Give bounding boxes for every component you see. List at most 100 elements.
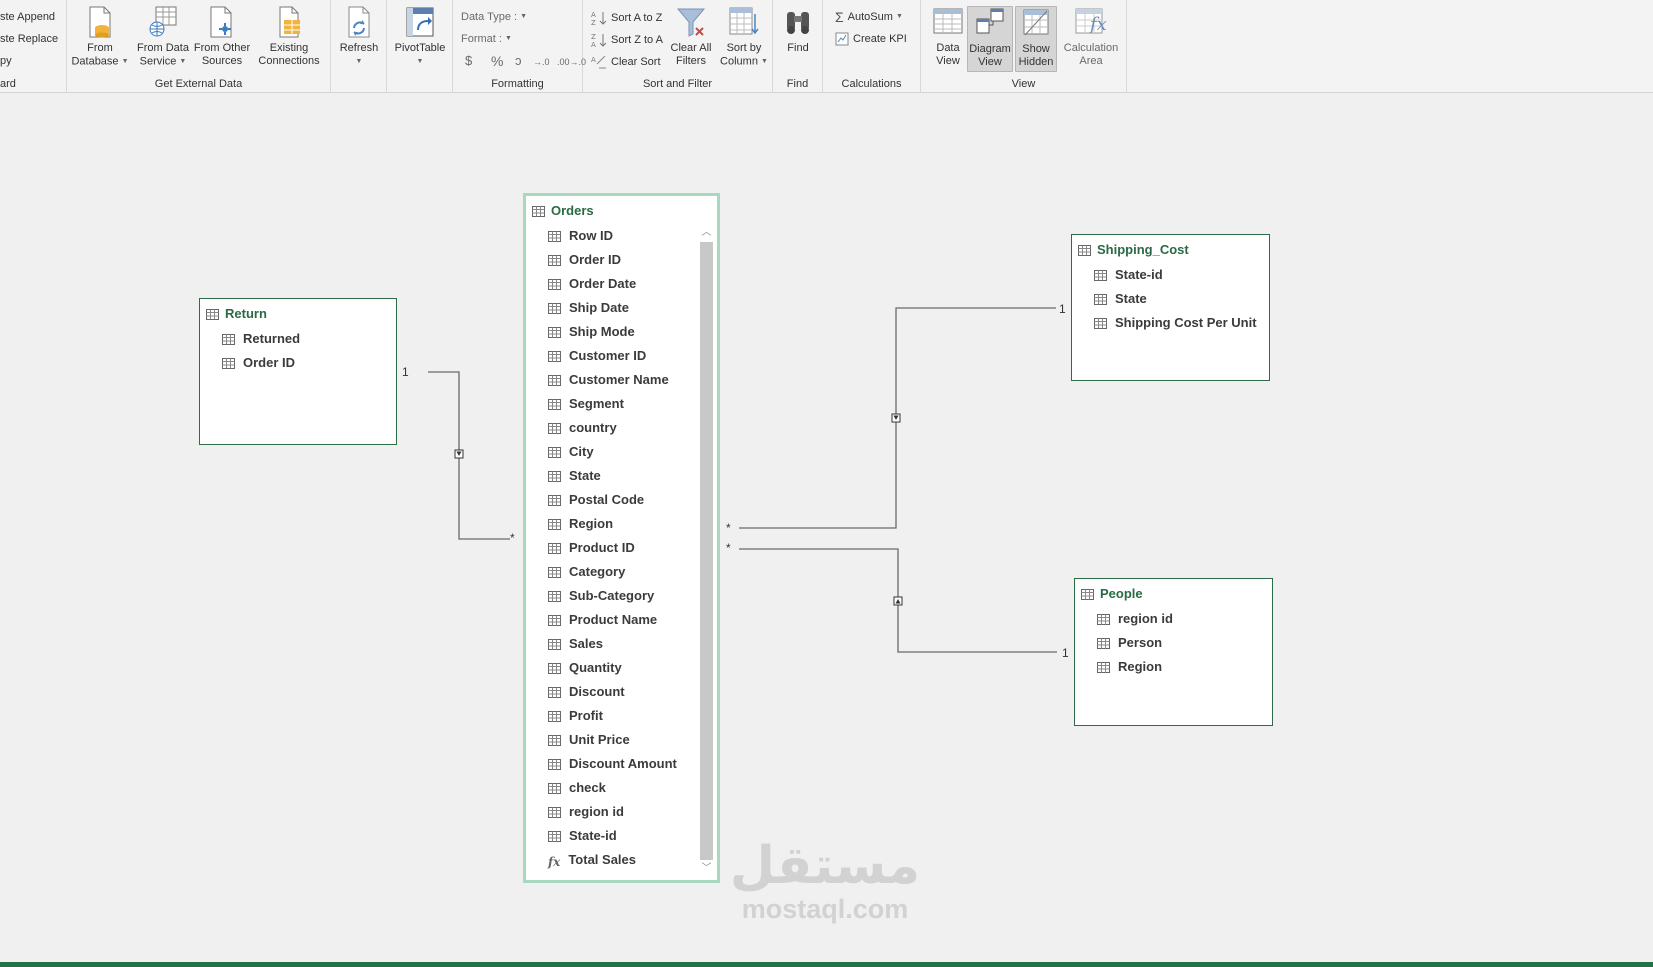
measure-icon: fx xyxy=(548,855,561,869)
table-column-row[interactable]: Quantity xyxy=(526,656,717,680)
table-column-row[interactable]: Unit Price xyxy=(526,728,717,752)
table-people-columns: region id Person Region xyxy=(1075,607,1272,679)
table-column-row[interactable]: Person xyxy=(1075,631,1272,655)
table-column-row[interactable]: country xyxy=(526,416,717,440)
table-column-row[interactable]: Region xyxy=(1075,655,1272,679)
cardinality-shipping-one: 1 xyxy=(1059,302,1066,316)
column-name: Person xyxy=(1118,635,1163,650)
column-icon xyxy=(548,735,561,746)
table-shipping-cost[interactable]: Shipping_Cost State-id State Shipping Cost… xyxy=(1071,234,1270,381)
column-name: country xyxy=(569,420,617,435)
table-icon xyxy=(532,206,545,217)
column-name: Product Name xyxy=(569,612,658,627)
column-icon xyxy=(548,783,561,794)
table-column-row[interactable]: Profit xyxy=(526,704,717,728)
table-return-header[interactable]: Return xyxy=(200,299,396,327)
table-people-header[interactable]: People xyxy=(1075,579,1272,607)
column-icon xyxy=(548,519,561,530)
table-column-row[interactable]: Ship Date xyxy=(526,296,717,320)
table-column-row[interactable]: State xyxy=(526,464,717,488)
table-orders-scrollbar[interactable]: ︿ ﹀ xyxy=(698,226,715,878)
column-icon xyxy=(548,351,561,362)
table-column-row[interactable]: Order ID xyxy=(526,248,717,272)
table-shipping-cost-header[interactable]: Shipping_Cost xyxy=(1072,235,1269,263)
column-icon xyxy=(548,399,561,410)
relationship-lines xyxy=(428,307,1057,653)
column-name: Segment xyxy=(569,396,624,411)
column-icon xyxy=(548,327,561,338)
table-column-row[interactable]: State-id xyxy=(526,824,717,848)
table-column-row[interactable]: Customer Name xyxy=(526,368,717,392)
column-name: Customer ID xyxy=(569,348,647,363)
table-column-row[interactable]: Product Name xyxy=(526,608,717,632)
table-column-row[interactable]: Ship Mode xyxy=(526,320,717,344)
column-name: State xyxy=(569,468,601,483)
table-column-row[interactable]: Discount Amount xyxy=(526,752,717,776)
table-column-row[interactable]: Shipping Cost Per Unit xyxy=(1072,311,1269,335)
table-column-row[interactable]: Sub-Category xyxy=(526,584,717,608)
column-icon xyxy=(1097,614,1110,625)
column-icon xyxy=(222,358,235,369)
column-icon xyxy=(548,303,561,314)
column-name: Product ID xyxy=(569,540,635,555)
table-orders[interactable]: Orders Row ID Order ID Order Date Ship Date… xyxy=(523,193,720,883)
table-column-row[interactable]: Order ID xyxy=(200,351,396,375)
column-name: Discount Amount xyxy=(569,756,677,771)
table-column-row[interactable]: check xyxy=(526,776,717,800)
scrollbar-thumb[interactable] xyxy=(700,242,713,860)
table-column-row[interactable]: Sales xyxy=(526,632,717,656)
column-icon xyxy=(548,711,561,722)
scroll-down-icon[interactable]: ﹀ xyxy=(698,862,715,876)
column-name: Order Date xyxy=(569,276,637,291)
measure-total-sales[interactable]: fx Total Sales xyxy=(526,848,717,872)
table-column-row[interactable]: Segment xyxy=(526,392,717,416)
table-column-row[interactable]: Row ID xyxy=(526,224,717,248)
column-name: Quantity xyxy=(569,660,622,675)
column-icon xyxy=(548,591,561,602)
table-column-row[interactable]: Customer ID xyxy=(526,344,717,368)
table-column-row[interactable]: Category xyxy=(526,560,717,584)
column-name: Ship Mode xyxy=(569,324,635,339)
scroll-up-icon[interactable]: ︿ xyxy=(698,226,715,240)
column-name: Returned xyxy=(243,331,301,346)
table-column-row[interactable]: Discount xyxy=(526,680,717,704)
table-column-row[interactable]: City xyxy=(526,440,717,464)
watermark-arabic: مستقل xyxy=(729,836,921,896)
column-icon xyxy=(548,759,561,770)
column-icon xyxy=(548,495,561,506)
table-column-row[interactable]: Region xyxy=(526,512,717,536)
table-column-row[interactable]: Postal Code xyxy=(526,488,717,512)
table-column-row[interactable]: Order Date xyxy=(526,272,717,296)
column-name: City xyxy=(569,444,594,459)
table-people[interactable]: People region id Person Region xyxy=(1074,578,1273,726)
column-name: region id xyxy=(1118,611,1173,626)
table-icon xyxy=(1078,245,1091,256)
column-icon xyxy=(548,423,561,434)
table-orders-header[interactable]: Orders xyxy=(526,196,717,224)
table-column-row[interactable]: Product ID xyxy=(526,536,717,560)
column-icon xyxy=(548,231,561,242)
column-name: Postal Code xyxy=(569,492,645,507)
table-column-row[interactable]: Returned xyxy=(200,327,396,351)
table-column-row[interactable]: region id xyxy=(1075,607,1272,631)
column-name: Region xyxy=(569,516,614,531)
table-column-row[interactable]: State xyxy=(1072,287,1269,311)
column-name: State-id xyxy=(1115,267,1163,282)
column-icon xyxy=(548,471,561,482)
column-icon xyxy=(1094,294,1107,305)
status-bar xyxy=(0,962,1653,967)
column-name: State xyxy=(1115,291,1147,306)
column-name: Sub-Category xyxy=(569,588,655,603)
column-icon xyxy=(548,375,561,386)
table-column-row[interactable]: State-id xyxy=(1072,263,1269,287)
relationship-return-orders[interactable] xyxy=(428,371,510,540)
table-return[interactable]: Return Returned Order ID xyxy=(199,298,397,445)
column-name: Order ID xyxy=(569,252,622,267)
table-shipping-cost-columns: State-id State Shipping Cost Per Unit xyxy=(1072,263,1269,335)
table-icon xyxy=(1081,589,1094,600)
watermark-latin: mostaql.com xyxy=(741,894,909,924)
table-icon xyxy=(206,309,219,320)
column-icon xyxy=(548,639,561,650)
column-name: Profit xyxy=(569,708,603,723)
table-column-row[interactable]: region id xyxy=(526,800,717,824)
